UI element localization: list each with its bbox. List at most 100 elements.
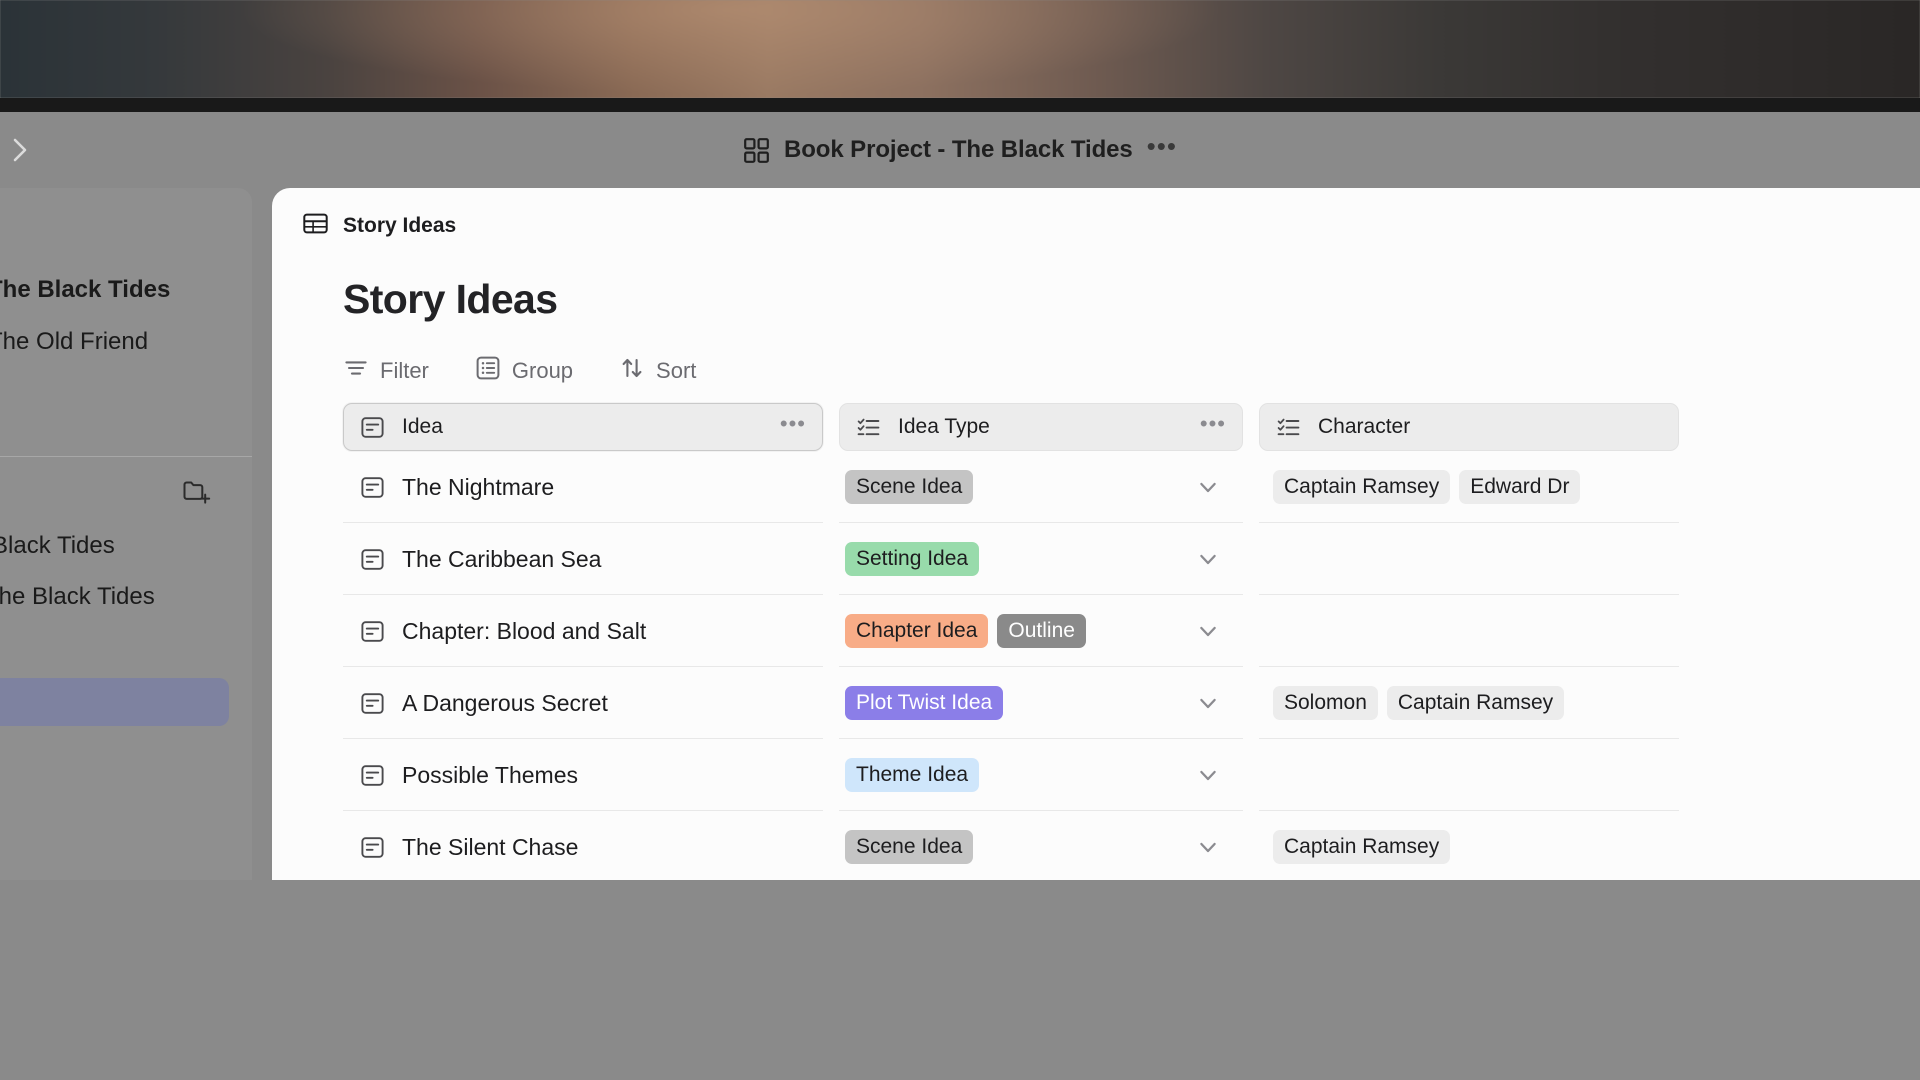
character-tag-list: Captain Ramsey: [1273, 830, 1450, 864]
character-tag-list: Solomon Captain Ramsey: [1273, 686, 1564, 720]
cell-idea-type[interactable]: Scene Idea: [839, 451, 1243, 523]
sidebar-divider: [0, 456, 252, 457]
window-chrome-bar: [0, 98, 1920, 112]
chevron-down-icon[interactable]: [1195, 546, 1221, 572]
column-more-idea[interactable]: •••: [780, 421, 806, 434]
character-tag: Captain Ramsey: [1273, 830, 1450, 864]
breadcrumb-label: Story Ideas: [343, 214, 456, 238]
filter-icon: [343, 355, 369, 386]
idea-type-tag: Scene Idea: [845, 830, 973, 864]
sidebar-item-the-old-friend[interactable]: The Old Friend: [0, 328, 252, 356]
cell-idea-type[interactable]: Scene Idea: [839, 811, 1243, 880]
idea-title: Chapter: Blood and Salt: [402, 618, 646, 645]
cell-character[interactable]: [1259, 595, 1679, 667]
cell-idea-type[interactable]: Plot Twist Idea: [839, 667, 1243, 739]
cell-idea-type[interactable]: Setting Idea: [839, 523, 1243, 595]
cell-character[interactable]: [1259, 739, 1679, 811]
window-title-group: Book Project - The Black Tides •••: [0, 128, 1920, 172]
sidebar-item-selected[interactable]: [0, 678, 229, 726]
idea-type-tag: Chapter Idea: [845, 614, 988, 648]
idea-type-tag: Outline: [997, 614, 1086, 648]
character-tag: Captain Ramsey: [1387, 686, 1564, 720]
view-toolbar: Filter Group: [343, 353, 696, 388]
database-table: Idea ••• Idea Type •••: [343, 403, 1920, 880]
column-header-character[interactable]: Character: [1259, 403, 1679, 451]
cell-character[interactable]: [1259, 523, 1679, 595]
text-property-icon: [360, 835, 385, 860]
breadcrumb[interactable]: Story Ideas: [302, 210, 456, 242]
table-row[interactable]: The Silent Chase Scene Idea Captain Ramse…: [343, 811, 1920, 880]
folder-plus-icon: [181, 476, 211, 511]
column-header-row: Idea ••• Idea Type •••: [343, 403, 1920, 451]
idea-title: The Nightmare: [402, 474, 554, 501]
page-title: Story Ideas: [343, 276, 557, 323]
text-property-icon: [360, 547, 385, 572]
table-row[interactable]: Possible Themes Theme Idea: [343, 739, 1920, 811]
idea-type-tag: Setting Idea: [845, 542, 979, 576]
cell-idea-type[interactable]: Theme Idea: [839, 739, 1243, 811]
chevron-down-icon[interactable]: [1195, 618, 1221, 644]
table-row[interactable]: The Nightmare Scene Idea Captain Ramsey Ed…: [343, 451, 1920, 523]
text-property-icon: [360, 691, 385, 716]
sidebar-title: The Black Tides: [0, 276, 252, 304]
group-button[interactable]: Group: [475, 353, 573, 388]
chevron-down-icon[interactable]: [1195, 474, 1221, 500]
table-row[interactable]: A Dangerous Secret Plot Twist Idea Solomo…: [343, 667, 1920, 739]
idea-title: The Caribbean Sea: [402, 546, 601, 573]
chevron-down-icon[interactable]: [1195, 834, 1221, 860]
column-label-idea: Idea: [402, 415, 443, 439]
idea-title: The Silent Chase: [402, 834, 578, 861]
cell-idea[interactable]: The Nightmare: [343, 451, 823, 523]
sort-label: Sort: [656, 358, 696, 384]
character-tag: Solomon: [1273, 686, 1378, 720]
column-header-idea[interactable]: Idea •••: [343, 403, 823, 451]
group-list-icon: [475, 355, 501, 386]
text-property-icon: [360, 475, 385, 500]
chevron-down-icon[interactable]: [1195, 690, 1221, 716]
text-property-icon: [360, 763, 385, 788]
cell-idea[interactable]: The Silent Chase: [343, 811, 823, 880]
chevron-down-icon[interactable]: [1195, 762, 1221, 788]
table-rows: The Nightmare Scene Idea Captain Ramsey Ed…: [343, 451, 1920, 880]
table-row[interactable]: The Caribbean Sea Setting Idea: [343, 523, 1920, 595]
cell-character[interactable]: Solomon Captain Ramsey: [1259, 667, 1679, 739]
text-property-icon: [360, 619, 385, 644]
sidebar: The Black Tides The Old Friend e Black T…: [0, 188, 252, 880]
column-label-character: Character: [1318, 415, 1410, 439]
desktop-wallpaper: [0, 0, 1920, 98]
sidebar-item-black-tides-2[interactable]: The Black Tides: [0, 583, 252, 611]
multiselect-property-icon: [856, 415, 881, 440]
cell-idea[interactable]: Chapter: Blood and Salt: [343, 595, 823, 667]
idea-type-tag: Plot Twist Idea: [845, 686, 1003, 720]
cell-idea[interactable]: The Caribbean Sea: [343, 523, 823, 595]
group-label: Group: [512, 358, 573, 384]
column-header-idea-type[interactable]: Idea Type •••: [839, 403, 1243, 451]
sidebar-item-black-tides-1[interactable]: e Black Tides: [0, 532, 252, 560]
new-folder-button[interactable]: [176, 473, 216, 513]
cell-idea[interactable]: Possible Themes: [343, 739, 823, 811]
sort-arrows-icon: [619, 355, 645, 386]
sort-button[interactable]: Sort: [619, 353, 696, 388]
column-label-idea-type: Idea Type: [898, 415, 990, 439]
cell-character[interactable]: Captain Ramsey: [1259, 811, 1679, 880]
character-tag: Captain Ramsey: [1273, 470, 1450, 504]
filter-button[interactable]: Filter: [343, 353, 429, 388]
window-more-button[interactable]: •••: [1147, 141, 1177, 159]
table-icon: [302, 210, 329, 242]
cell-character[interactable]: Captain Ramsey Edward Dr: [1259, 451, 1679, 523]
cell-idea[interactable]: A Dangerous Secret: [343, 667, 823, 739]
text-property-icon: [360, 415, 385, 440]
window-title: Book Project - The Black Tides: [784, 136, 1133, 164]
idea-type-tag: Scene Idea: [845, 470, 973, 504]
character-tag-list: Captain Ramsey Edward Dr: [1273, 470, 1580, 504]
cell-idea-type[interactable]: Chapter Idea Outline: [839, 595, 1243, 667]
column-more-idea-type[interactable]: •••: [1200, 421, 1226, 434]
table-row[interactable]: Chapter: Blood and Salt Chapter Idea Outli…: [343, 595, 1920, 667]
idea-title: A Dangerous Secret: [402, 690, 608, 717]
grid-icon: [743, 137, 770, 164]
character-tag: Edward Dr: [1459, 470, 1580, 504]
filter-label: Filter: [380, 358, 429, 384]
idea-type-tag: Theme Idea: [845, 758, 979, 792]
multiselect-property-icon: [1276, 415, 1301, 440]
content-panel: Story Ideas Story Ideas Filter: [272, 188, 1920, 880]
